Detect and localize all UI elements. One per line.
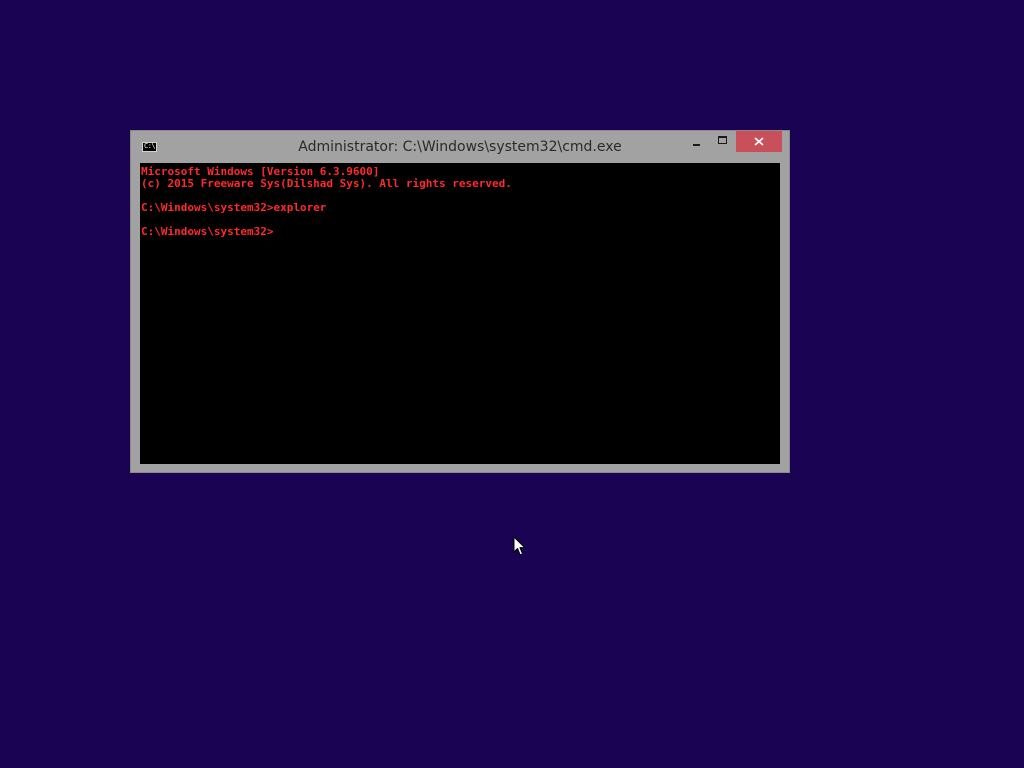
cmd-window[interactable]: C:\ Administrator: C:\Windows\system32\c… <box>130 130 790 473</box>
desktop: C:\ Administrator: C:\Windows\system32\c… <box>0 0 1024 768</box>
cmd-icon[interactable]: C:\ <box>142 142 157 152</box>
title-bar[interactable]: C:\ Administrator: C:\Windows\system32\c… <box>131 131 789 163</box>
console-line: C:\Windows\system32>explorer <box>141 201 327 214</box>
close-button[interactable] <box>736 131 782 152</box>
mouse-pointer-icon <box>513 536 526 556</box>
maximize-icon <box>718 136 727 144</box>
console-output[interactable]: Microsoft Windows [Version 6.3.9600] (c)… <box>140 163 780 464</box>
minimize-button[interactable] <box>683 131 710 152</box>
console-prompt[interactable]: C:\Windows\system32> <box>141 226 780 238</box>
console-line: (c) 2015 Freeware Sys(Dilshad Sys). All … <box>141 177 512 190</box>
minimize-icon <box>693 144 700 146</box>
cmd-icon-label: C:\ <box>144 142 156 150</box>
close-icon <box>754 137 764 146</box>
maximize-button[interactable] <box>710 131 736 152</box>
